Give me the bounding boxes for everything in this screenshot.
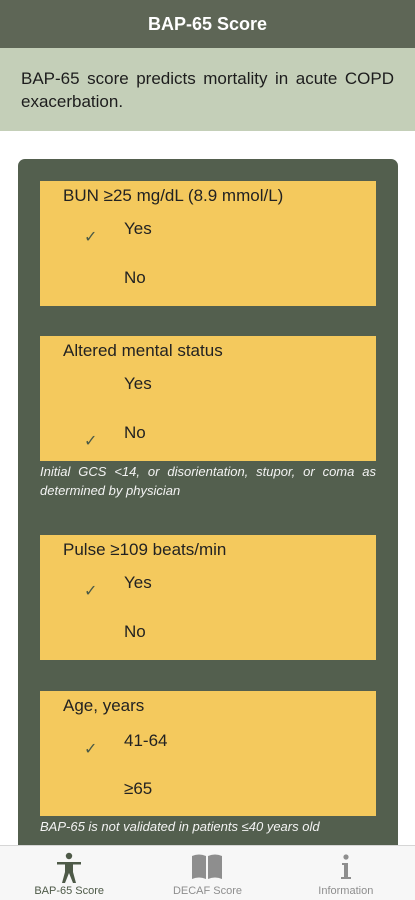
page-title: BAP-65 Score (147, 13, 268, 34)
option-label: Yes (124, 374, 152, 393)
criterion-note: BAP-65 is not validated in patients ≤40 … (40, 819, 320, 834)
option-pulse-yes[interactable]: ✓ Yes (40, 573, 376, 613)
intro-description: BAP-65 score predicts mortality in acute… (0, 48, 415, 131)
criterion-note: Initial GCS <14, or disorientation, stup… (40, 464, 376, 498)
option-label: No (124, 622, 146, 641)
criterion-title: Altered mental status (63, 341, 223, 360)
criterion-title: Age, years (63, 696, 145, 715)
tab-bar: BAP-65 Score DECAF Score Information (0, 845, 415, 900)
nav-bar: BAP-65 Score (0, 0, 415, 48)
option-age-41-64[interactable]: ✓ 41-64 (40, 731, 376, 771)
tab-label: Information (318, 885, 374, 897)
option-label: ≥65 (124, 779, 153, 798)
criterion-card-bun: BUN ≥25 mg/dL (8.9 mmol/L) ✓ Yes No (40, 181, 376, 306)
checkmark-icon: ✓ (84, 229, 98, 246)
checkmark-icon: ✓ (84, 583, 98, 600)
option-label: Yes (124, 573, 152, 592)
checkmark-icon: ✓ (84, 433, 98, 450)
option-mental-yes[interactable]: Yes (40, 374, 376, 414)
option-label: Yes (124, 219, 152, 238)
option-age-65-plus[interactable]: ≥65 (40, 779, 376, 819)
info-icon (336, 852, 356, 887)
option-bun-yes[interactable]: ✓ Yes (40, 219, 376, 259)
criterion-card-mental-status: Altered mental status Yes ✓ No (40, 336, 376, 461)
book-icon (190, 852, 224, 887)
option-pulse-no[interactable]: No (40, 622, 376, 662)
option-label: No (124, 268, 146, 287)
option-label: 41-64 (124, 731, 168, 750)
criterion-card-age: Age, years ✓ 41-64 ≥65 (40, 691, 376, 816)
person-icon (54, 852, 84, 889)
criterion-title: Pulse ≥109 beats/min (63, 540, 227, 559)
criterion-title: BUN ≥25 mg/dL (8.9 mmol/L) (63, 186, 284, 205)
option-bun-no[interactable]: No (40, 268, 376, 308)
tab-bap65-score[interactable]: BAP-65 Score (0, 846, 138, 900)
criterion-card-pulse: Pulse ≥109 beats/min ✓ Yes No (40, 535, 376, 660)
tab-label: BAP-65 Score (34, 885, 105, 897)
tab-information[interactable]: Information (277, 846, 415, 900)
checkmark-icon: ✓ (84, 741, 98, 758)
tab-decaf-score[interactable]: DECAF Score (138, 846, 276, 900)
option-label: No (124, 423, 146, 442)
tab-label: DECAF Score (172, 885, 243, 897)
option-mental-no[interactable]: ✓ No (40, 423, 376, 463)
